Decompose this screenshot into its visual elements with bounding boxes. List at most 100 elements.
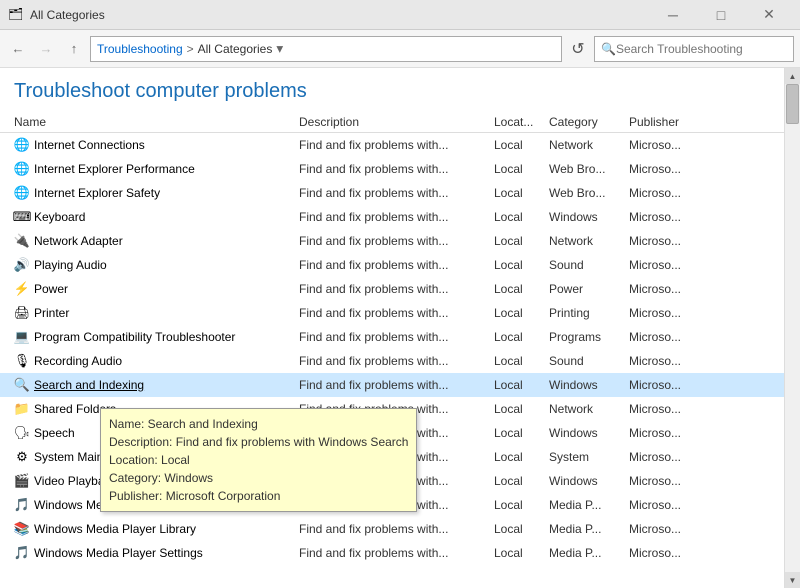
item-icon: ⚡ — [14, 281, 30, 297]
main-content: Troubleshoot computer problems Name Desc… — [0, 68, 800, 588]
list-item[interactable]: 🌐 Internet Explorer Safety Find and fix … — [0, 181, 784, 205]
item-loc: Local — [494, 426, 549, 440]
breadcrumb: Troubleshooting > All Categories ▾ — [90, 36, 562, 62]
item-cat: Power — [549, 282, 629, 296]
item-name: Search and Indexing — [34, 378, 299, 392]
item-pub: Microso... — [629, 210, 709, 224]
item-desc: Find and fix problems with... — [299, 522, 494, 536]
item-pub: Microso... — [629, 402, 709, 416]
item-loc: Local — [494, 474, 549, 488]
item-desc: Find and fix problems with... — [299, 138, 494, 152]
item-cat: Printing — [549, 306, 629, 320]
item-cat: Network — [549, 234, 629, 248]
item-cat: Media P... — [549, 498, 629, 512]
refresh-button[interactable]: ↺ — [566, 37, 590, 61]
title-bar: 🗂 All Categories ─ □ ✕ — [0, 0, 800, 30]
item-pub: Microso... — [629, 138, 709, 152]
item-loc: Local — [494, 330, 549, 344]
list-header: Name Description Locat... Category Publi… — [0, 111, 784, 133]
breadcrumb-dropdown-button[interactable]: ▾ — [276, 41, 283, 57]
list-item[interactable]: 🔊 Playing Audio Find and fix problems wi… — [0, 253, 784, 277]
scroll-track[interactable] — [785, 84, 800, 572]
item-cat: Web Bro... — [549, 186, 629, 200]
page-title: Troubleshoot computer problems — [0, 68, 784, 111]
item-pub: Microso... — [629, 546, 709, 560]
item-icon: 🌐 — [14, 137, 30, 153]
item-name: Windows Media Player Library — [34, 522, 299, 536]
col-cat-header[interactable]: Category — [549, 115, 629, 129]
list-item[interactable]: 🖨 Printer Find and fix problems with... … — [0, 301, 784, 325]
item-icon: ⚙ — [14, 449, 30, 465]
item-desc: Find and fix problems with... — [299, 546, 494, 560]
item-desc: Find and fix problems with... — [299, 186, 494, 200]
item-name: Recording Audio — [34, 354, 299, 368]
item-pub: Microso... — [629, 378, 709, 392]
item-pub: Microso... — [629, 306, 709, 320]
item-loc: Local — [494, 498, 549, 512]
scroll-up-button[interactable]: ▲ — [785, 68, 800, 84]
item-icon: 🔌 — [14, 233, 30, 249]
col-pub-header[interactable]: Publisher — [629, 115, 709, 129]
item-cat: Sound — [549, 354, 629, 368]
back-button[interactable]: ← — [6, 37, 30, 61]
tooltip-cat: Category: Windows — [109, 469, 408, 487]
tooltip-name: Name: Search and Indexing — [109, 415, 408, 433]
item-cat: Windows — [549, 210, 629, 224]
item-desc: Find and fix problems with... — [299, 282, 494, 296]
col-name-header[interactable]: Name — [14, 115, 299, 129]
item-icon: 🌐 — [14, 185, 30, 201]
item-icon: 🔊 — [14, 257, 30, 273]
item-icon: 🎵 — [14, 497, 30, 513]
item-name: Windows Media Player Settings — [34, 546, 299, 560]
item-desc: Find and fix problems with... — [299, 354, 494, 368]
list-item[interactable]: 🔍 Search and Indexing Find and fix probl… — [0, 373, 784, 397]
item-desc: Find and fix problems with... — [299, 306, 494, 320]
item-name: Playing Audio — [34, 258, 299, 272]
list-item[interactable]: 💻 Program Compatibility Troubleshooter F… — [0, 325, 784, 349]
search-input[interactable] — [616, 42, 787, 56]
scroll-thumb[interactable] — [786, 84, 799, 124]
breadcrumb-separator: > — [187, 42, 194, 56]
breadcrumb-all-categories: All Categories — [198, 42, 273, 56]
forward-button[interactable]: → — [34, 37, 58, 61]
item-name: Network Adapter — [34, 234, 299, 248]
list-item[interactable]: 🔌 Network Adapter Find and fix problems … — [0, 229, 784, 253]
item-loc: Local — [494, 402, 549, 416]
maximize-button[interactable]: □ — [698, 0, 744, 30]
item-pub: Microso... — [629, 450, 709, 464]
item-loc: Local — [494, 450, 549, 464]
item-icon: 🎙 — [14, 353, 30, 369]
list-item[interactable]: ⚡ Power Find and fix problems with... Lo… — [0, 277, 784, 301]
item-cat: Programs — [549, 330, 629, 344]
item-icon: 🎬 — [14, 473, 30, 489]
item-desc: Find and fix problems with... — [299, 378, 494, 392]
list-item[interactable]: 🌐 Internet Connections Find and fix prob… — [0, 133, 784, 157]
item-loc: Local — [494, 378, 549, 392]
list-item[interactable]: 🎵 Windows Media Player Settings Find and… — [0, 541, 784, 565]
item-pub: Microso... — [629, 258, 709, 272]
item-loc: Local — [494, 354, 549, 368]
item-pub: Microso... — [629, 162, 709, 176]
list-item[interactable]: ⌨ Keyboard Find and fix problems with...… — [0, 205, 784, 229]
item-desc: Find and fix problems with... — [299, 258, 494, 272]
item-cat: Windows — [549, 474, 629, 488]
list-item[interactable]: 🎙 Recording Audio Find and fix problems … — [0, 349, 784, 373]
scrollbar: ▲ ▼ — [784, 68, 800, 588]
col-loc-header[interactable]: Locat... — [494, 115, 549, 129]
item-name: Keyboard — [34, 210, 299, 224]
scroll-down-button[interactable]: ▼ — [785, 572, 800, 588]
item-desc: Find and fix problems with... — [299, 234, 494, 248]
item-pub: Microso... — [629, 234, 709, 248]
breadcrumb-troubleshooting[interactable]: Troubleshooting — [97, 42, 183, 56]
item-name: Internet Connections — [34, 138, 299, 152]
close-button[interactable]: ✕ — [746, 0, 792, 30]
list-item[interactable]: 📚 Windows Media Player Library Find and … — [0, 517, 784, 541]
item-icon: ⌨ — [14, 209, 30, 225]
item-pub: Microso... — [629, 426, 709, 440]
tooltip: Name: Search and Indexing Description: F… — [100, 408, 417, 512]
col-desc-header[interactable]: Description — [299, 115, 494, 129]
tooltip-pub: Publisher: Microsoft Corporation — [109, 487, 408, 505]
minimize-button[interactable]: ─ — [650, 0, 696, 30]
list-item[interactable]: 🌐 Internet Explorer Performance Find and… — [0, 157, 784, 181]
up-button[interactable]: ↑ — [62, 37, 86, 61]
